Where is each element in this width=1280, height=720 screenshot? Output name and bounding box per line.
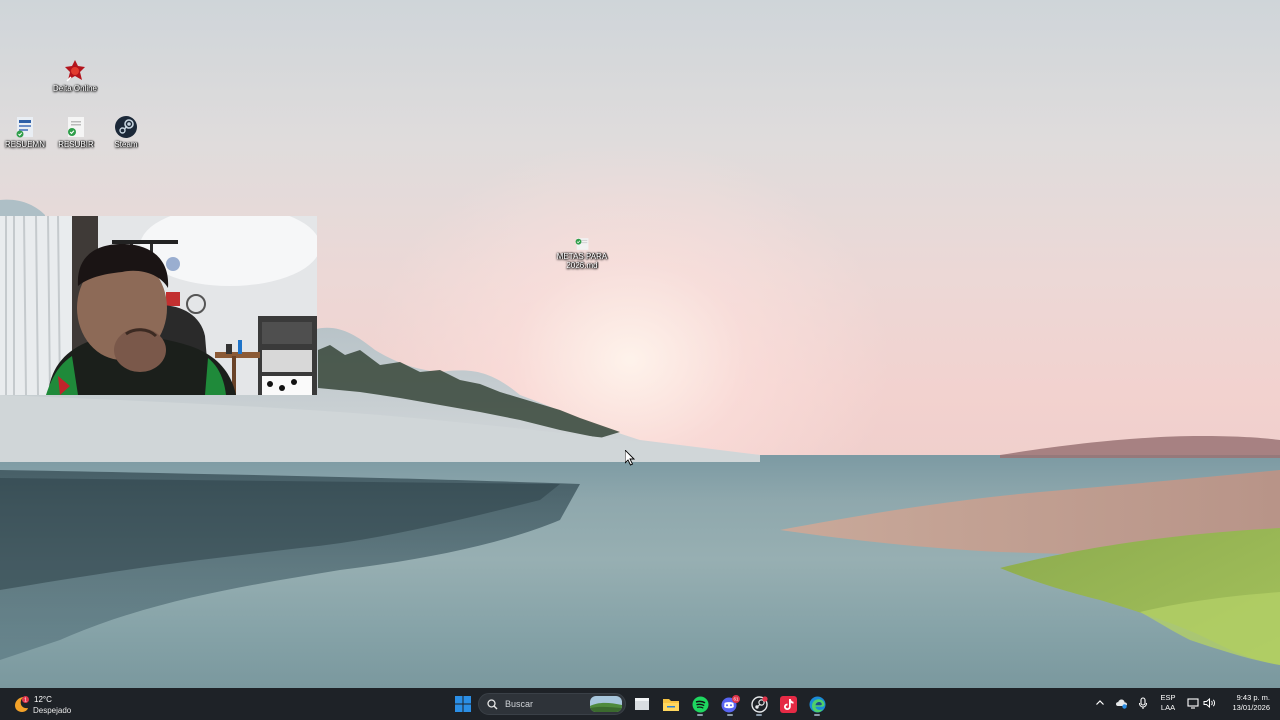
svg-text:1: 1	[24, 697, 27, 703]
running-indicator	[756, 714, 762, 716]
search-placeholder: Buscar	[505, 699, 534, 709]
search-highlight-image	[590, 696, 622, 712]
tray-network-button[interactable]	[1186, 696, 1200, 710]
taskbar-file-window-button[interactable]	[630, 692, 654, 716]
running-indicator	[814, 714, 820, 716]
taskbar-steam-button[interactable]	[747, 692, 771, 716]
tray-microphone-button[interactable]	[1136, 696, 1150, 710]
task-view-icon	[635, 698, 649, 710]
discord-icon: 61	[721, 695, 740, 713]
microphone-icon	[1138, 696, 1148, 709]
tiktok-icon	[779, 695, 797, 713]
taskbar-file-explorer-button[interactable]	[659, 692, 683, 716]
clock-time: 9:43 p. m.	[1236, 693, 1270, 702]
desktop-icon-steam[interactable]: Steam	[98, 115, 154, 149]
system-clock[interactable]: 9:43 p. m. 13/01/2026	[1218, 693, 1270, 713]
steam-icon	[750, 695, 768, 713]
language-code: ESP	[1160, 693, 1176, 702]
network-icon	[1186, 698, 1199, 709]
running-indicator	[697, 714, 703, 716]
windows-start-icon	[455, 696, 471, 712]
document-icon	[16, 117, 33, 138]
tray-volume-button[interactable]	[1202, 696, 1216, 710]
taskbar-spotify-button[interactable]	[688, 692, 712, 716]
file-explorer-icon	[663, 698, 679, 711]
clock-date: 13/01/2026	[1232, 703, 1270, 712]
search-icon	[487, 699, 498, 710]
edge-icon	[809, 696, 825, 712]
desktop-icon-metas-para-2026[interactable]: METAS PARA 2026.md	[554, 237, 610, 270]
desktop-icon-resubir[interactable]: RESUBIR	[48, 115, 104, 149]
spotify-icon	[692, 696, 708, 712]
desktop-icon-label: METAS PARA 2026.md	[556, 252, 608, 270]
weather-temperature: 12°C	[34, 695, 52, 704]
webcam-overlay	[0, 216, 317, 395]
markdown-file-icon	[575, 238, 589, 250]
weather-condition: Despejado	[33, 706, 72, 715]
mouse-cursor	[625, 450, 635, 466]
taskbar-tiktok-button[interactable]	[776, 692, 800, 716]
start-button[interactable]	[451, 692, 475, 716]
document-check-icon	[68, 117, 84, 137]
desktop-icon-label: Steam	[114, 140, 138, 149]
desktop-icon-delta-online[interactable]: Delta Online	[47, 59, 103, 93]
cloud-sync-icon	[1115, 699, 1127, 709]
chevron-up-icon	[1096, 700, 1104, 705]
speaker-icon	[1203, 697, 1215, 709]
delta-online-icon	[65, 60, 85, 82]
steam-icon	[115, 116, 137, 138]
desktop-icon-label: RESUEMN	[4, 140, 45, 149]
input-language-indicator[interactable]: ESP LAA	[1158, 693, 1178, 713]
running-indicator	[727, 714, 733, 716]
taskbar-edge-button[interactable]	[805, 692, 829, 716]
taskbar-discord-button[interactable]: 61	[718, 692, 742, 716]
tray-onedrive-button[interactable]	[1114, 696, 1128, 710]
taskbar-search-box[interactable]: Buscar	[478, 693, 626, 715]
keyboard-layout: LAA	[1160, 703, 1176, 712]
moon-icon: 1	[15, 696, 29, 712]
webcam-feed	[0, 216, 317, 395]
desktop-icon-label: RESUBIR	[58, 140, 94, 149]
desktop-icon-label: Delta Online	[52, 84, 98, 93]
desktop-icon-resuemn[interactable]: RESUEMN	[0, 115, 53, 149]
show-hidden-icons-button[interactable]	[1093, 696, 1107, 710]
discord-badge: 61	[733, 697, 739, 702]
